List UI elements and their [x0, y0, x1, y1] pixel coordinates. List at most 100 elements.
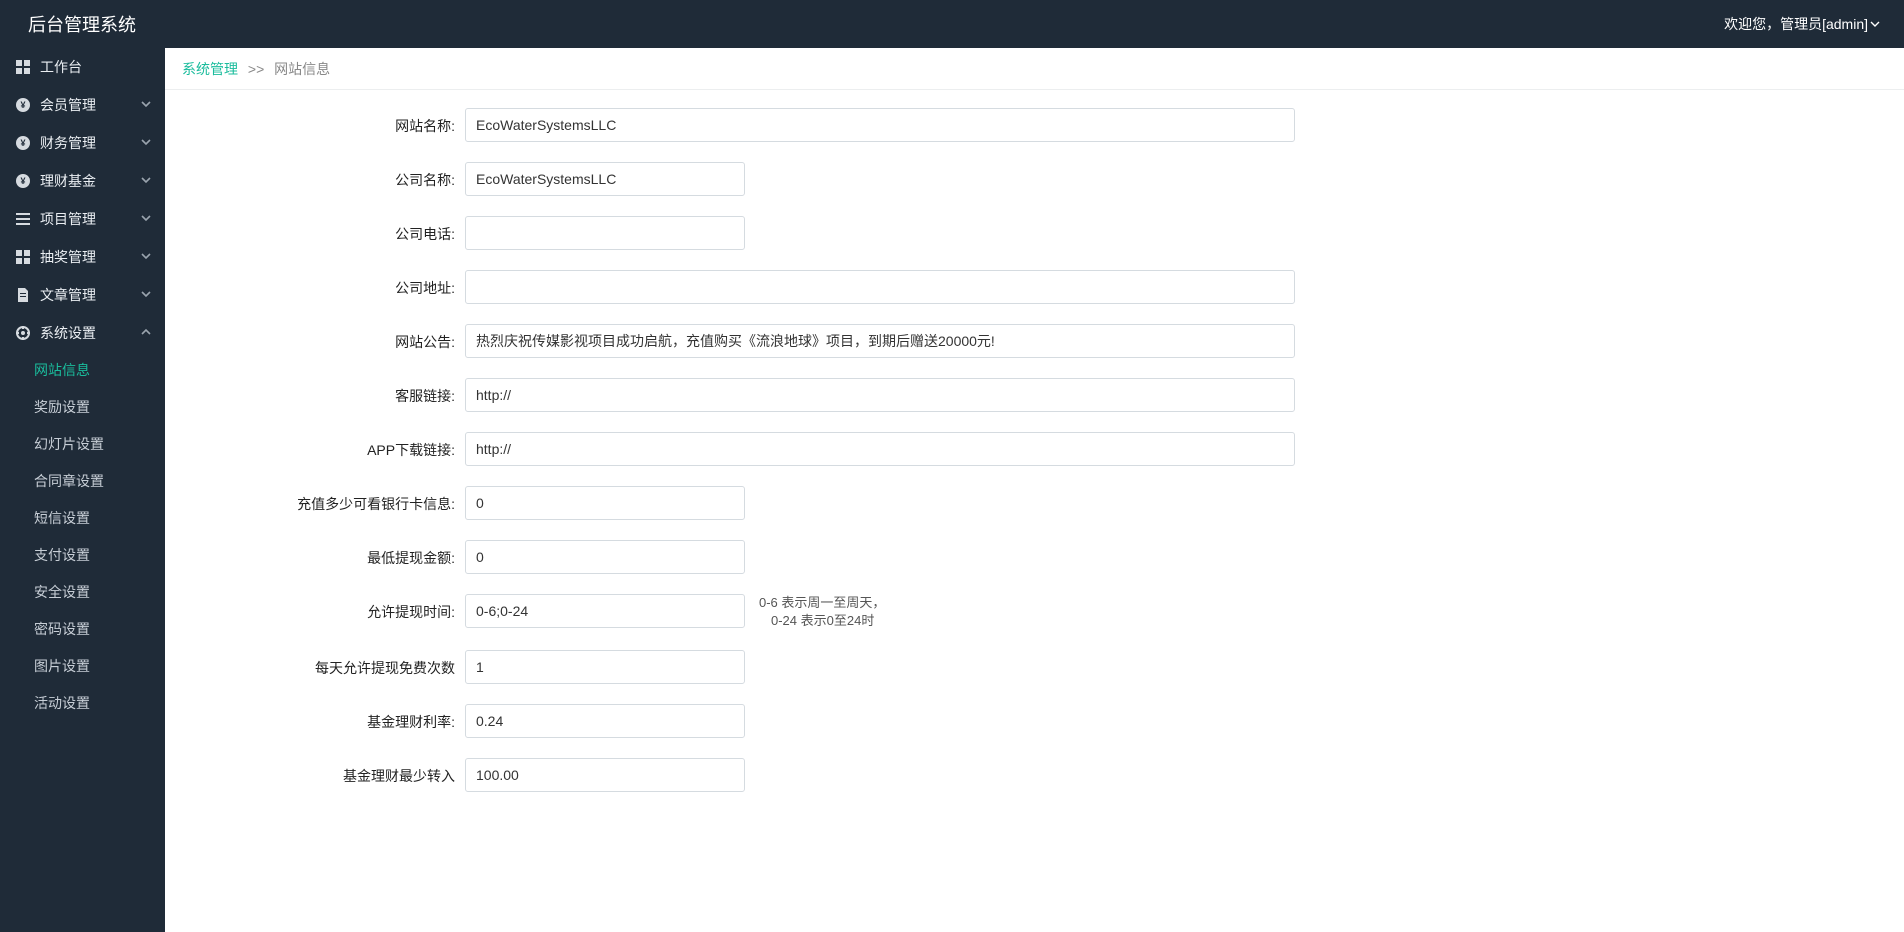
sidebar-subitem-6[interactable]: 安全设置	[0, 574, 165, 611]
chevron-down-icon	[141, 137, 151, 150]
sidebar-item-0[interactable]: 工作台	[0, 48, 165, 86]
hint-allow_withdraw_time: 0-6 表示周一至周天，0-24 表示0至24时	[759, 594, 885, 630]
input-allow_withdraw_time[interactable]	[465, 594, 745, 628]
sidebar-item-label: 抽奖管理	[40, 247, 141, 267]
form-row-fund_rate: 基金理财利率:	[165, 704, 1904, 738]
svg-text:¥: ¥	[20, 100, 25, 110]
breadcrumb-parent-link[interactable]: 系统管理	[182, 61, 238, 77]
input-kefu_link[interactable]	[465, 378, 1295, 412]
sidebar-item-2[interactable]: ¥ 财务管理	[0, 124, 165, 162]
control-company_phone	[465, 216, 745, 250]
form-row-app_link: APP下载链接:	[165, 432, 1904, 466]
yen-icon: ¥	[14, 136, 32, 150]
form-row-recharge_view_bank: 充值多少可看银行卡信息:	[165, 486, 1904, 520]
sidebar-subitem-3[interactable]: 合同章设置	[0, 463, 165, 500]
sidebar-item-1[interactable]: ¥ 会员管理	[0, 86, 165, 124]
control-site_name	[465, 108, 1295, 142]
chevron-down-icon	[141, 99, 151, 112]
grid-icon	[14, 60, 32, 74]
control-fund_min_transfer	[465, 758, 745, 792]
breadcrumb-sep: >>	[242, 61, 270, 77]
input-fund_min_transfer[interactable]	[465, 758, 745, 792]
input-site_name[interactable]	[465, 108, 1295, 142]
label-app_link: APP下载链接:	[165, 432, 465, 460]
sidebar-item-label: 会员管理	[40, 95, 141, 115]
sidebar-subitem-8[interactable]: 图片设置	[0, 648, 165, 685]
control-fund_rate	[465, 704, 745, 738]
sidebar: 工作台 ¥ 会员管理 ¥ 财务管理 ¥ 理财基金项目管理抽奖管理文章管理系统设置网站信息奖励…	[0, 48, 165, 932]
label-company_phone: 公司电话:	[165, 216, 465, 244]
label-min_withdraw: 最低提现金额:	[165, 540, 465, 568]
sidebar-subitem-4[interactable]: 短信设置	[0, 500, 165, 537]
svg-text:¥: ¥	[20, 138, 25, 148]
sidebar-subitem-2[interactable]: 幻灯片设置	[0, 426, 165, 463]
form-row-fund_min_transfer: 基金理财最少转入	[165, 758, 1904, 792]
control-recharge_view_bank	[465, 486, 745, 520]
input-company_name[interactable]	[465, 162, 745, 196]
form-row-company_phone: 公司电话:	[165, 216, 1904, 250]
yen-icon: ¥	[14, 174, 32, 188]
sidebar-item-5[interactable]: 抽奖管理	[0, 238, 165, 276]
control-allow_withdraw_time	[465, 594, 745, 628]
chevron-down-icon	[1870, 16, 1880, 32]
sidebar-item-4[interactable]: 项目管理	[0, 200, 165, 238]
form-row-kefu_link: 客服链接:	[165, 378, 1904, 412]
sidebar-subitem-0[interactable]: 网站信息	[0, 352, 165, 389]
chevron-down-icon	[141, 289, 151, 302]
doc-icon	[14, 288, 32, 302]
form-row-daily_free_count: 每天允许提现免费次数	[165, 650, 1904, 684]
label-recharge_view_bank: 充值多少可看银行卡信息:	[165, 486, 465, 514]
list-icon	[14, 212, 32, 226]
label-site_notice: 网站公告:	[165, 324, 465, 352]
sidebar-item-label: 文章管理	[40, 285, 141, 305]
sidebar-item-label: 理财基金	[40, 171, 141, 191]
breadcrumb: 系统管理 >> 网站信息	[165, 48, 1904, 90]
label-company_name: 公司名称:	[165, 162, 465, 190]
sidebar-item-3[interactable]: ¥ 理财基金	[0, 162, 165, 200]
sidebar-submenu-system: 网站信息奖励设置幻灯片设置合同章设置短信设置支付设置安全设置密码设置图片设置活动…	[0, 352, 165, 722]
input-company_address[interactable]	[465, 270, 1295, 304]
label-fund_min_transfer: 基金理财最少转入	[165, 758, 465, 786]
control-app_link	[465, 432, 1295, 466]
input-fund_rate[interactable]	[465, 704, 745, 738]
sidebar-item-6[interactable]: 文章管理	[0, 276, 165, 314]
label-daily_free_count: 每天允许提现免费次数	[165, 650, 465, 678]
sidebar-subitem-7[interactable]: 密码设置	[0, 611, 165, 648]
sidebar-subitem-9[interactable]: 活动设置	[0, 685, 165, 722]
sidebar-item-7[interactable]: 系统设置	[0, 314, 165, 352]
control-company_address	[465, 270, 1295, 304]
input-recharge_view_bank[interactable]	[465, 486, 745, 520]
welcome-text: 欢迎您，管理员[admin]	[1724, 14, 1868, 34]
sidebar-item-label: 项目管理	[40, 209, 141, 229]
form-row-company_name: 公司名称:	[165, 162, 1904, 196]
chevron-down-icon	[141, 175, 151, 188]
input-daily_free_count[interactable]	[465, 650, 745, 684]
input-app_link[interactable]	[465, 432, 1295, 466]
form-row-site_notice: 网站公告:	[165, 324, 1904, 358]
input-company_phone[interactable]	[465, 216, 745, 250]
main-content: 系统管理 >> 网站信息 网站名称: 公司名称: 公司电话: 公司地址: 网站公告: 客服…	[165, 48, 1904, 932]
sidebar-item-label: 系统设置	[40, 323, 141, 343]
form-row-company_address: 公司地址:	[165, 270, 1904, 304]
input-site_notice[interactable]	[465, 324, 1295, 358]
label-site_name: 网站名称:	[165, 108, 465, 136]
label-allow_withdraw_time: 允许提现时间:	[165, 594, 465, 622]
svg-text:¥: ¥	[20, 176, 25, 186]
sidebar-item-label: 财务管理	[40, 133, 141, 153]
control-company_name	[465, 162, 745, 196]
grid-icon	[14, 250, 32, 264]
form-row-allow_withdraw_time: 允许提现时间: 0-6 表示周一至周天，0-24 表示0至24时	[165, 594, 1904, 630]
label-fund_rate: 基金理财利率:	[165, 704, 465, 732]
top-bar: 后台管理系统 欢迎您，管理员[admin]	[0, 0, 1904, 48]
sidebar-subitem-1[interactable]: 奖励设置	[0, 389, 165, 426]
yen-icon: ¥	[14, 98, 32, 112]
label-kefu_link: 客服链接:	[165, 378, 465, 406]
user-menu[interactable]: 欢迎您，管理员[admin]	[1724, 14, 1880, 34]
sidebar-subitem-5[interactable]: 支付设置	[0, 537, 165, 574]
label-company_address: 公司地址:	[165, 270, 465, 298]
chevron-up-icon	[141, 327, 151, 340]
input-min_withdraw[interactable]	[465, 540, 745, 574]
control-min_withdraw	[465, 540, 745, 574]
control-site_notice	[465, 324, 1295, 358]
control-daily_free_count	[465, 650, 745, 684]
